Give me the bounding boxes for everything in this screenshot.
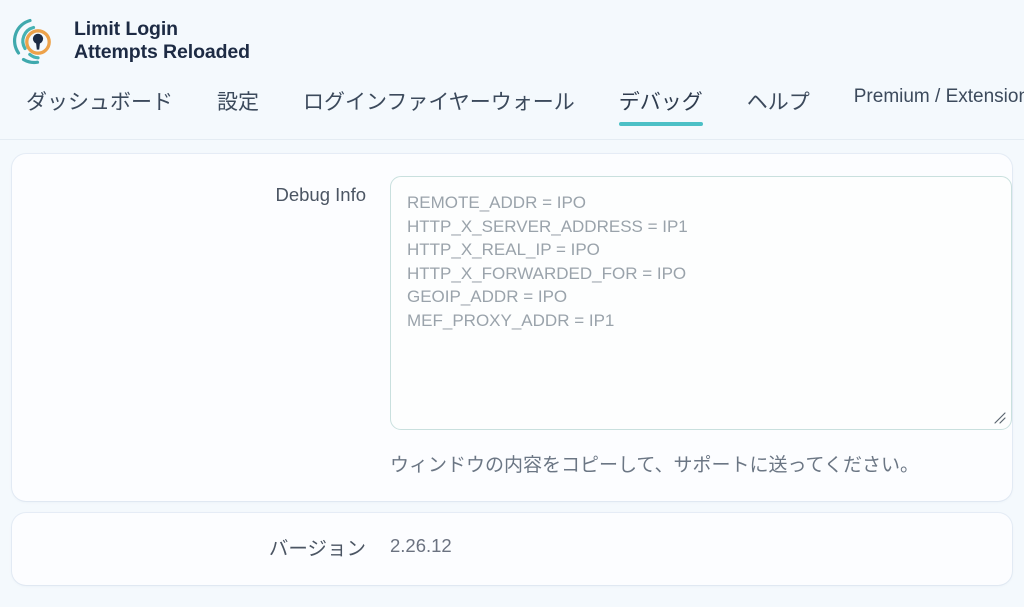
app-root: Limit Login Attempts Reloaded ダッシュボード 設定… (0, 0, 1024, 607)
version-label: バージョン (268, 537, 366, 560)
brand-header: Limit Login Attempts Reloaded (0, 0, 1024, 72)
debug-textarea-wrapper (390, 176, 1012, 430)
debug-info-label: Debug Info (275, 184, 366, 205)
debug-info-card: Debug Info ウィンドウの内容をコピーして、サポートに送ってください。 (12, 154, 1012, 501)
debug-info-control: ウィンドウの内容をコピーして、サポートに送ってください。 (390, 176, 1024, 481)
version-row: バージョン 2.26.12 (12, 529, 1012, 563)
active-tab-indicator (618, 122, 703, 126)
brand-title-line-1: Limit Login (74, 18, 178, 41)
version-card: バージョン 2.26.12 (12, 512, 1012, 585)
tab-settings-label: 設定 (217, 91, 259, 114)
tab-login-firewall[interactable]: ログインファイヤーウォール (281, 72, 597, 132)
tab-premium-extensions-label: Premium / Extensions (853, 86, 1024, 107)
keyhole-signal-logo-icon (10, 15, 62, 67)
nav-bottom-divider (0, 139, 1024, 140)
main-navigation: ダッシュボード 設定 ログインファイヤーウォール デバッグ ヘルプ Premiu… (0, 72, 1024, 140)
tab-settings[interactable]: 設定 (195, 72, 281, 132)
version-control: 2.26.12 (390, 529, 1012, 560)
tab-dashboard[interactable]: ダッシュボード (4, 72, 195, 132)
debug-info-help-text: ウィンドウの内容をコピーして、サポートに送ってください。 (390, 455, 919, 476)
tab-debug[interactable]: デバッグ (597, 72, 725, 132)
nav-tab-list: ダッシュボード 設定 ログインファイヤーウォール デバッグ ヘルプ Premiu… (4, 72, 1024, 132)
brand-title-line-2: Attempts Reloaded (74, 41, 250, 63)
tab-debug-label: デバッグ (618, 91, 703, 114)
brand-title: Limit Login Attempts Reloaded (74, 18, 250, 63)
version-value: 2.26.12 (390, 534, 452, 556)
debug-info-row: Debug Info ウィンドウの内容をコピーして、サポートに送ってください。 (12, 176, 1012, 481)
tab-dashboard-label: ダッシュボード (26, 91, 173, 114)
main-content: Debug Info ウィンドウの内容をコピーして、サポートに送ってください。 (0, 140, 1024, 585)
tab-help[interactable]: ヘルプ (725, 72, 832, 132)
tab-premium-extensions[interactable]: Premium / Extensions (832, 72, 1024, 124)
tab-login-firewall-label: ログインファイヤーウォール (303, 91, 575, 114)
tab-help-label: ヘルプ (746, 91, 810, 114)
debug-info-textarea[interactable] (390, 176, 1012, 430)
